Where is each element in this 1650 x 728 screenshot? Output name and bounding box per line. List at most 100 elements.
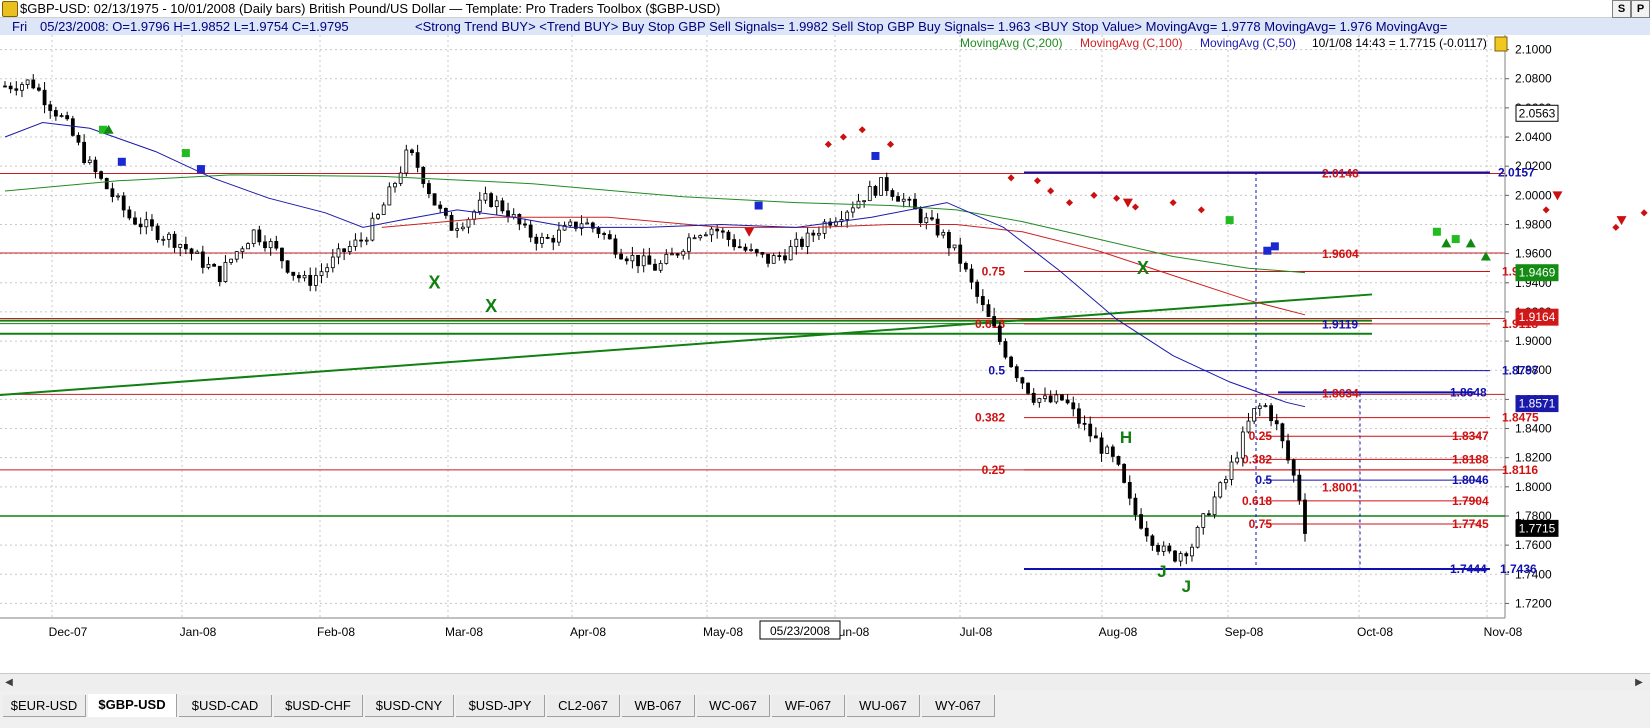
- horizontal-scrollbar[interactable]: ◀ ▶: [0, 673, 1650, 692]
- candle-body: [986, 304, 991, 317]
- candle-body: [896, 196, 900, 202]
- scroll-left-icon[interactable]: ◀: [2, 676, 16, 689]
- candle-body: [641, 255, 646, 267]
- candle-body: [1207, 513, 1211, 516]
- inner-level-label: 1.9119: [1322, 318, 1358, 332]
- candle-body: [585, 222, 590, 225]
- symbol-tab[interactable]: $USD-CNY: [365, 695, 454, 717]
- candle-body: [540, 237, 544, 244]
- candle-body: [138, 223, 143, 228]
- cursor-date-label: 05/23/2008: [770, 624, 830, 638]
- candle-body: [963, 262, 968, 270]
- symbol-tab[interactable]: $GBP-USD: [88, 694, 177, 717]
- data-info-bar: Fri 05/23/2008: O=1.9796 H=1.9852 L=1.97…: [0, 18, 1650, 35]
- candle-body: [726, 231, 731, 240]
- candle-body: [206, 264, 211, 268]
- symbol-tab[interactable]: WF-067: [772, 695, 845, 717]
- candle-body: [489, 193, 493, 208]
- symbol-tab[interactable]: CL2-067: [547, 695, 620, 717]
- price-chart[interactable]: 2.10002.08002.06002.04002.02002.00001.98…: [0, 35, 1650, 673]
- symbol-tab[interactable]: $EUR-USD: [3, 695, 86, 717]
- candle-body: [1156, 545, 1160, 552]
- symbol-tab[interactable]: $USD-CHF: [274, 695, 363, 717]
- short-fib-value-label: 1.8188: [1452, 452, 1489, 466]
- candle-body: [449, 214, 454, 231]
- candle-body: [99, 171, 103, 179]
- candle-body: [1003, 341, 1008, 358]
- window-title: $GBP-USD: 02/13/1975 - 10/01/2008 (Daily…: [20, 1, 721, 16]
- candle-body: [178, 244, 183, 248]
- candle-body: [1269, 405, 1273, 422]
- short-fib-ratio-label: 0.25: [1249, 429, 1273, 443]
- candle-body: [263, 241, 267, 249]
- inner-level-label: 1.8001: [1322, 481, 1359, 495]
- symbol-tab[interactable]: WY-067: [922, 695, 995, 717]
- sync-button[interactable]: S: [1612, 0, 1631, 18]
- short-fib-value-label: 1.7904: [1452, 494, 1489, 508]
- candle-body: [664, 253, 669, 264]
- symbol-tab[interactable]: WU-067: [847, 695, 920, 717]
- symbol-tab[interactable]: WC-067: [697, 695, 770, 717]
- candle-body: [992, 316, 997, 327]
- candle-body: [268, 240, 273, 249]
- x-month-label: Dec-07: [49, 625, 88, 639]
- candle-body: [1071, 402, 1076, 410]
- buy-stop-marker: [754, 201, 763, 210]
- candle-body: [766, 253, 770, 264]
- x-month-label: Nov-08: [1484, 625, 1523, 639]
- candle-body: [980, 296, 985, 306]
- candle-body: [867, 186, 872, 202]
- candle-body: [42, 89, 47, 106]
- legend-ma100: MovingAvg (C,100): [1080, 36, 1183, 50]
- candle-body: [1020, 377, 1025, 384]
- y-tick-label: 1.8000: [1515, 480, 1552, 494]
- candle-body: [274, 240, 279, 249]
- y-tick-label: 1.9600: [1515, 247, 1552, 261]
- candle-body: [500, 200, 505, 212]
- candle-body: [862, 200, 867, 203]
- symbol-tab[interactable]: $USD-CAD: [179, 695, 272, 717]
- candle-body: [1139, 514, 1143, 529]
- short-fib-ratio-label: 0.75: [1249, 517, 1273, 531]
- inner-level-label: 2.0146: [1322, 166, 1359, 180]
- symbol-tab[interactable]: WB-067: [622, 695, 695, 717]
- fib-ratio-label: 0.5: [988, 364, 1005, 378]
- symbol-tab[interactable]: $USD-JPY: [456, 695, 545, 717]
- candle-body: [783, 255, 787, 261]
- x-month-label: Apr-08: [570, 625, 606, 639]
- candle-body: [381, 204, 386, 216]
- candle-body: [376, 214, 380, 219]
- buy-stop-marker: [196, 165, 205, 174]
- candle-body: [133, 217, 137, 225]
- candle-body: [1043, 395, 1047, 399]
- candle-body: [630, 254, 635, 262]
- candle-body: [285, 260, 290, 273]
- price-axis-box-label: 1.9164: [1519, 310, 1556, 324]
- candle-body: [1026, 382, 1030, 394]
- candle-body: [1122, 463, 1127, 483]
- candle-body: [607, 234, 612, 240]
- alert-bell-icon: [1494, 36, 1508, 52]
- candle-body: [59, 115, 64, 117]
- blue-level-value: 2.0157: [1498, 165, 1535, 179]
- candle-body: [82, 141, 87, 163]
- candle-body: [800, 238, 804, 247]
- candle-body: [737, 246, 742, 249]
- candle-body: [845, 211, 850, 220]
- candle-body: [421, 166, 426, 184]
- print-button[interactable]: P: [1631, 0, 1650, 18]
- candle-body: [1286, 440, 1290, 461]
- candle-body: [1093, 435, 1098, 439]
- fib-ratio-label: 0.25: [982, 463, 1006, 477]
- candle-body: [1167, 545, 1172, 552]
- candle-body: [76, 134, 81, 143]
- candle-body: [110, 188, 115, 198]
- candle-body: [749, 249, 753, 251]
- inner-level-label: 1.7444: [1450, 562, 1487, 576]
- scroll-right-icon[interactable]: ▶: [1632, 676, 1646, 689]
- candle-body: [297, 275, 301, 279]
- candle-body: [1303, 499, 1307, 534]
- candle-body: [370, 217, 375, 241]
- candle-body: [596, 227, 601, 234]
- candle-body: [777, 255, 782, 257]
